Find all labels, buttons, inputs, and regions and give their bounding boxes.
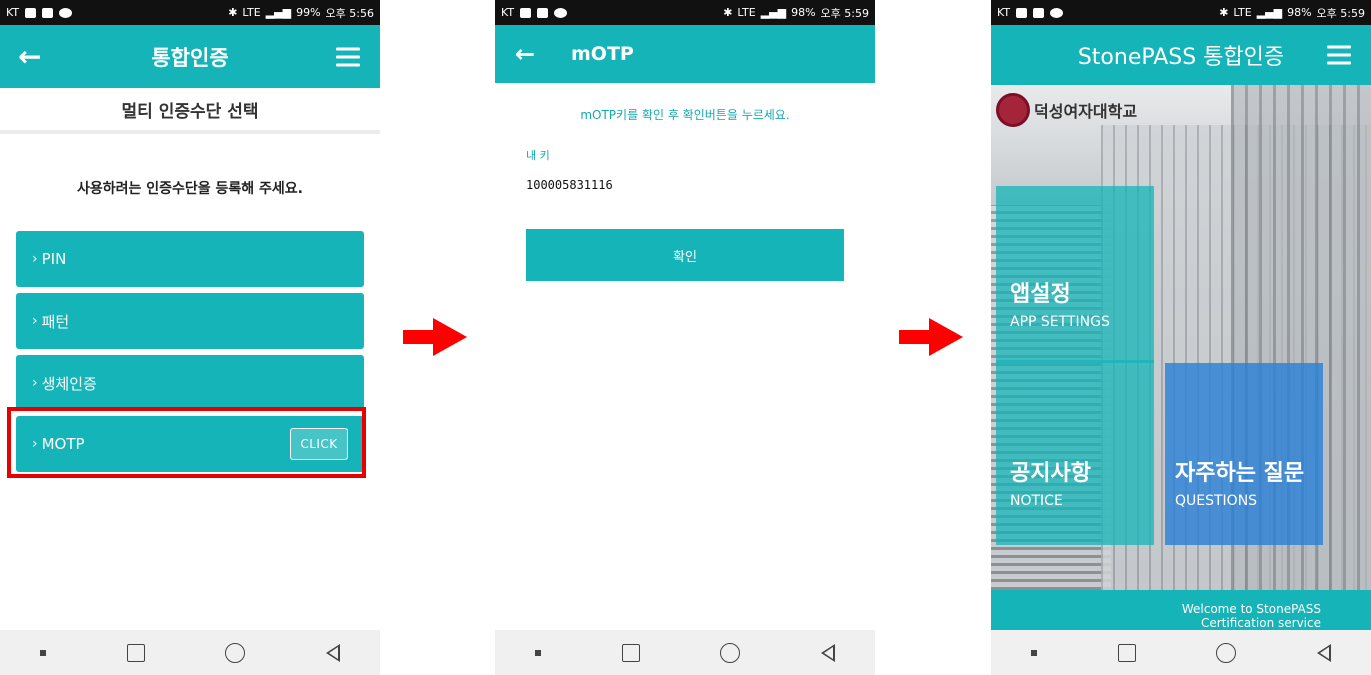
app-bar: StonePASS 통합인증 — [991, 25, 1371, 85]
highlight-box — [7, 407, 366, 478]
chevron-right-icon: › — [32, 375, 38, 391]
carrier-label: KT — [997, 6, 1011, 19]
tile-title: 앱설정 — [1010, 282, 1071, 307]
page-title: 통합인증 — [151, 45, 229, 70]
tile-subtitle: APP SETTINGS — [1010, 314, 1110, 330]
clock: 오후 5:56 — [325, 6, 374, 20]
gallery-icon — [537, 7, 549, 18]
system-nav-bar — [991, 630, 1371, 675]
message-icon — [25, 7, 37, 18]
instruction-text: mOTP키를 확인 후 확인버튼을 누르세요. — [580, 108, 790, 122]
university-seal-icon — [996, 93, 1030, 127]
nav-dot-icon — [1031, 649, 1038, 656]
red-arrow-icon — [899, 318, 963, 356]
gallery-icon — [1033, 7, 1045, 18]
chevron-right-icon: › — [32, 251, 38, 267]
system-nav-bar — [495, 630, 875, 675]
tile-subtitle: NOTICE — [1010, 493, 1063, 509]
key-label: 내 키 — [526, 149, 550, 162]
chat-icon — [554, 7, 568, 18]
nav-dot-icon — [40, 649, 47, 656]
screen-home: KT ✱ LTE ▂▄▆ 98% 오후 5:59 StonePASS 통합인증 … — [991, 0, 1371, 675]
signal-icon: ▂▄▆ — [760, 6, 787, 19]
network-type: LTE — [242, 6, 261, 19]
bluetooth-icon: ✱ — [1219, 6, 1229, 19]
method-label: 패턴 — [41, 312, 70, 331]
method-label: PIN — [41, 250, 67, 268]
welcome-line: Certification service — [1200, 616, 1321, 630]
method-pattern-button[interactable]: › 패턴 — [16, 293, 364, 349]
app-bar: ← 통합인증 — [0, 25, 380, 88]
home-icon[interactable] — [720, 642, 741, 663]
battery-level: 98% — [1287, 6, 1312, 19]
nav-back-icon[interactable] — [820, 643, 835, 662]
clock: 오후 5:59 — [1316, 6, 1365, 20]
hamburger-icon[interactable] — [1327, 45, 1351, 65]
method-pin-button[interactable]: › PIN — [16, 231, 364, 287]
back-arrow-icon[interactable]: ← — [18, 42, 41, 71]
page-title: mOTP — [571, 43, 634, 65]
home-icon[interactable] — [225, 642, 246, 663]
tile-app-settings[interactable]: 앱설정 APP SETTINGS — [996, 186, 1154, 363]
key-value: 100005831116 — [526, 178, 613, 192]
nav-dot-icon — [535, 649, 542, 656]
recent-apps-icon[interactable] — [126, 643, 145, 662]
signal-icon: ▂▄▆ — [1256, 6, 1283, 19]
method-label: 생체인증 — [41, 374, 97, 393]
recent-apps-icon[interactable] — [621, 643, 640, 662]
home-icon[interactable] — [1216, 642, 1237, 663]
recent-apps-icon[interactable] — [1117, 643, 1136, 662]
message-icon — [520, 7, 532, 18]
status-bar: KT ✱ LTE ▂▄▆ 99% 오후 5:56 — [0, 0, 380, 25]
carrier-label: KT — [6, 6, 20, 19]
tile-title: 공지사항 — [1010, 461, 1091, 486]
red-arrow-icon — [403, 318, 467, 356]
tile-questions[interactable]: 자주하는 질문 QUESTIONS — [1165, 363, 1323, 545]
university-logo: 덕성여자대학교 — [996, 93, 1137, 127]
method-biometric-button[interactable]: › 생체인증 — [16, 355, 364, 411]
welcome-line: Welcome to StonePASS — [1181, 602, 1321, 616]
nav-back-icon[interactable] — [1316, 643, 1331, 662]
tile-subtitle: QUESTIONS — [1175, 493, 1258, 509]
bluetooth-icon: ✱ — [723, 6, 733, 19]
chat-icon — [59, 7, 73, 18]
status-bar: KT ✱ LTE ▂▄▆ 98% 오후 5:59 — [495, 0, 875, 25]
system-nav-bar — [0, 630, 380, 675]
tile-title: 자주하는 질문 — [1175, 461, 1305, 486]
bluetooth-icon: ✱ — [228, 6, 238, 19]
screen-method-select: KT ✱ LTE ▂▄▆ 99% 오후 5:56 ← 통합인증 멀티 인증수단 … — [0, 0, 380, 675]
hamburger-icon[interactable] — [336, 47, 360, 66]
signal-icon: ▂▄▆ — [265, 6, 292, 19]
network-type: LTE — [737, 6, 756, 19]
screen-motp: KT ✱ LTE ▂▄▆ 98% 오후 5:59 ← mOTP mOTP키를 확… — [495, 0, 875, 675]
gallery-icon — [42, 7, 54, 18]
welcome-footer: Welcome to StonePASS Certification servi… — [991, 590, 1371, 630]
back-arrow-icon[interactable]: ← — [515, 42, 535, 66]
carrier-label: KT — [501, 6, 515, 19]
app-bar: ← mOTP — [495, 25, 875, 83]
instruction-text: 사용하려는 인증수단을 등록해 주세요. — [76, 181, 304, 197]
chevron-right-icon: › — [32, 313, 38, 329]
section-header: 멀티 인증수단 선택 — [0, 88, 380, 134]
university-name: 덕성여자대학교 — [1034, 102, 1138, 121]
chat-icon — [1050, 7, 1064, 18]
clock: 오후 5:59 — [820, 6, 869, 20]
tile-notice[interactable]: 공지사항 NOTICE — [996, 360, 1154, 545]
nav-back-icon[interactable] — [325, 643, 340, 662]
status-bar: KT ✱ LTE ▂▄▆ 98% 오후 5:59 — [991, 0, 1371, 25]
building-image — [1231, 85, 1371, 630]
battery-level: 99% — [296, 6, 321, 19]
confirm-button[interactable]: 확인 — [526, 229, 844, 281]
network-type: LTE — [1233, 6, 1252, 19]
message-icon — [1016, 7, 1028, 18]
battery-level: 98% — [791, 6, 816, 19]
page-title: StonePASS 통합인증 — [1077, 45, 1285, 70]
